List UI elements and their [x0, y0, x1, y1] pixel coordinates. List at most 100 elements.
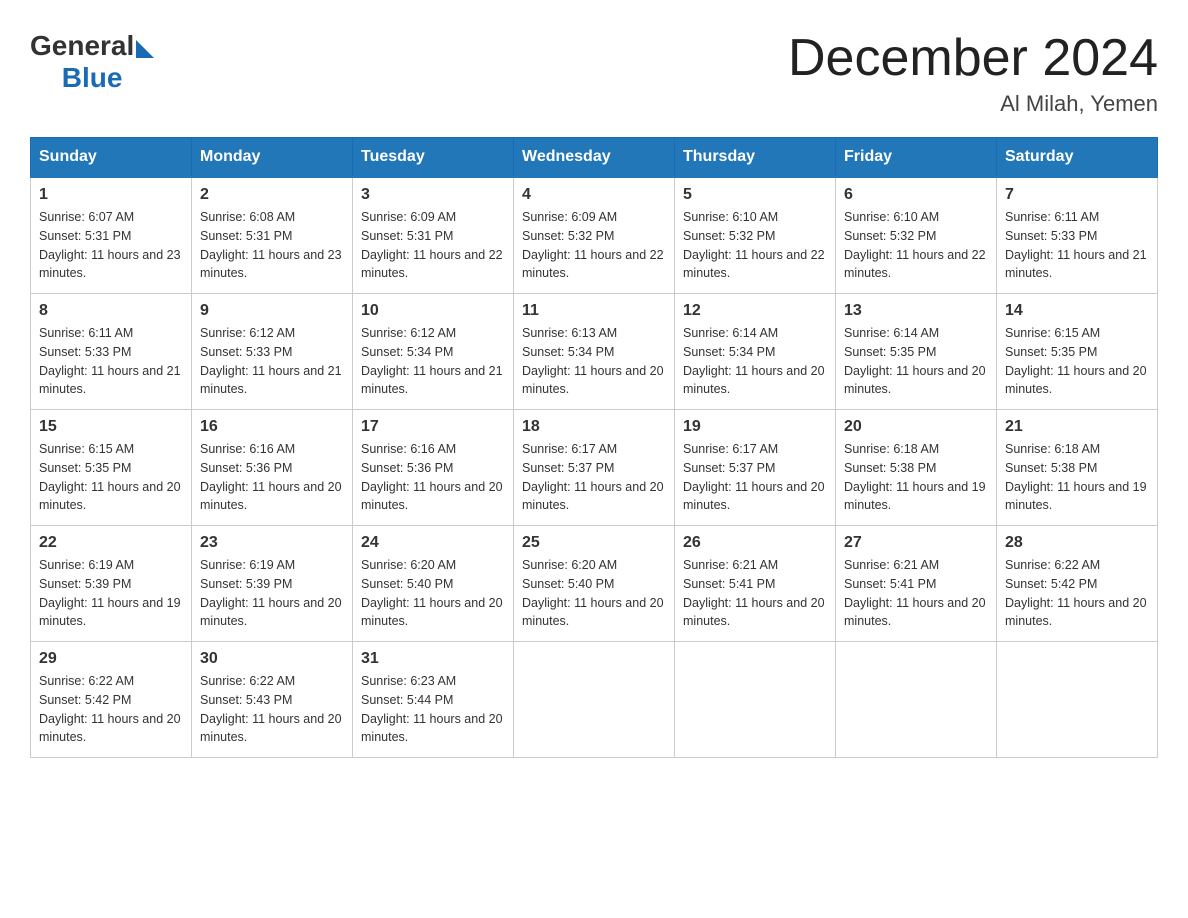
day-number: 25: [522, 534, 666, 552]
calendar-cell: 6 Sunrise: 6:10 AMSunset: 5:32 PMDaylight…: [836, 177, 997, 294]
calendar-subtitle: Al Milah, Yemen: [788, 91, 1158, 117]
day-number: 26: [683, 534, 827, 552]
calendar-cell: 5 Sunrise: 6:10 AMSunset: 5:32 PMDaylight…: [675, 177, 836, 294]
day-number: 13: [844, 302, 988, 320]
calendar-cell: 31Sunrise: 6:23 AMSunset: 5:44 PMDayligh…: [353, 642, 514, 758]
calendar-cell: 16Sunrise: 6:16 AMSunset: 5:36 PMDayligh…: [192, 410, 353, 526]
calendar-cell: 12 Sunrise: 6:14 AMSunset: 5:34 PMDayligh…: [675, 294, 836, 410]
day-info: Sunrise: 6:15 AMSunset: 5:35 PMDaylight:…: [39, 440, 183, 515]
day-info: Sunrise: 6:12 AMSunset: 5:33 PMDaylight:…: [200, 324, 344, 399]
calendar-cell: [997, 642, 1158, 758]
day-info: Sunrise: 6:14 AMSunset: 5:34 PMDaylight:…: [683, 324, 827, 399]
day-number: 27: [844, 534, 988, 552]
column-header-monday: Monday: [192, 138, 353, 178]
day-info: Sunrise: 6:10 AMSunset: 5:32 PMDaylight:…: [844, 208, 988, 283]
day-number: 11: [522, 302, 666, 320]
day-info: Sunrise: 6:09 AMSunset: 5:32 PMDaylight:…: [522, 208, 666, 283]
day-info: Sunrise: 6:20 AMSunset: 5:40 PMDaylight:…: [522, 556, 666, 631]
day-number: 8: [39, 302, 183, 320]
day-number: 24: [361, 534, 505, 552]
day-info: Sunrise: 6:17 AMSunset: 5:37 PMDaylight:…: [522, 440, 666, 515]
day-number: 30: [200, 650, 344, 668]
day-info: Sunrise: 6:21 AMSunset: 5:41 PMDaylight:…: [683, 556, 827, 631]
calendar-cell: [675, 642, 836, 758]
calendar-cell: 13 Sunrise: 6:14 AMSunset: 5:35 PMDayligh…: [836, 294, 997, 410]
calendar-cell: 21 Sunrise: 6:18 AMSunset: 5:38 PMDayligh…: [997, 410, 1158, 526]
calendar-cell: 14Sunrise: 6:15 AMSunset: 5:35 PMDayligh…: [997, 294, 1158, 410]
calendar-cell: 30Sunrise: 6:22 AMSunset: 5:43 PMDayligh…: [192, 642, 353, 758]
day-info: Sunrise: 6:07 AMSunset: 5:31 PMDaylight:…: [39, 208, 183, 283]
day-info: Sunrise: 6:14 AMSunset: 5:35 PMDaylight:…: [844, 324, 988, 399]
day-number: 19: [683, 418, 827, 436]
calendar-cell: 23Sunrise: 6:19 AMSunset: 5:39 PMDayligh…: [192, 526, 353, 642]
day-number: 29: [39, 650, 183, 668]
week-row-5: 29Sunrise: 6:22 AMSunset: 5:42 PMDayligh…: [31, 642, 1158, 758]
header-row: SundayMondayTuesdayWednesdayThursdayFrid…: [31, 138, 1158, 178]
day-number: 12: [683, 302, 827, 320]
day-number: 5: [683, 186, 827, 204]
logo: General Blue: [30, 30, 154, 94]
day-info: Sunrise: 6:18 AMSunset: 5:38 PMDaylight:…: [1005, 440, 1149, 515]
calendar-cell: 8 Sunrise: 6:11 AMSunset: 5:33 PMDaylight…: [31, 294, 192, 410]
day-info: Sunrise: 6:11 AMSunset: 5:33 PMDaylight:…: [39, 324, 183, 399]
calendar-cell: 25 Sunrise: 6:20 AMSunset: 5:40 PMDayligh…: [514, 526, 675, 642]
day-number: 14: [1005, 302, 1149, 320]
day-info: Sunrise: 6:16 AMSunset: 5:36 PMDaylight:…: [200, 440, 344, 515]
day-info: Sunrise: 6:11 AMSunset: 5:33 PMDaylight:…: [1005, 208, 1149, 283]
logo-text-general: General: [30, 30, 134, 62]
day-info: Sunrise: 6:16 AMSunset: 5:36 PMDaylight:…: [361, 440, 505, 515]
calendar-cell: 7Sunrise: 6:11 AMSunset: 5:33 PMDaylight…: [997, 177, 1158, 294]
day-info: Sunrise: 6:12 AMSunset: 5:34 PMDaylight:…: [361, 324, 505, 399]
day-number: 4: [522, 186, 666, 204]
calendar-title: December 2024: [788, 30, 1158, 87]
day-number: 18: [522, 418, 666, 436]
day-number: 10: [361, 302, 505, 320]
week-row-4: 22 Sunrise: 6:19 AMSunset: 5:39 PMDayligh…: [31, 526, 1158, 642]
title-area: December 2024 Al Milah, Yemen: [788, 30, 1158, 117]
day-info: Sunrise: 6:10 AMSunset: 5:32 PMDaylight:…: [683, 208, 827, 283]
calendar-header: SundayMondayTuesdayWednesdayThursdayFrid…: [31, 138, 1158, 178]
calendar-table: SundayMondayTuesdayWednesdayThursdayFrid…: [30, 137, 1158, 758]
calendar-cell: 22 Sunrise: 6:19 AMSunset: 5:39 PMDayligh…: [31, 526, 192, 642]
column-header-friday: Friday: [836, 138, 997, 178]
calendar-cell: 17 Sunrise: 6:16 AMSunset: 5:36 PMDayligh…: [353, 410, 514, 526]
calendar-cell: [836, 642, 997, 758]
calendar-cell: 18 Sunrise: 6:17 AMSunset: 5:37 PMDayligh…: [514, 410, 675, 526]
calendar-cell: 20 Sunrise: 6:18 AMSunset: 5:38 PMDayligh…: [836, 410, 997, 526]
day-info: Sunrise: 6:08 AMSunset: 5:31 PMDaylight:…: [200, 208, 344, 283]
calendar-cell: 9 Sunrise: 6:12 AMSunset: 5:33 PMDaylight…: [192, 294, 353, 410]
column-header-saturday: Saturday: [997, 138, 1158, 178]
day-number: 6: [844, 186, 988, 204]
day-number: 22: [39, 534, 183, 552]
calendar-cell: 1Sunrise: 6:07 AMSunset: 5:31 PMDaylight…: [31, 177, 192, 294]
column-header-thursday: Thursday: [675, 138, 836, 178]
calendar-cell: 19Sunrise: 6:17 AMSunset: 5:37 PMDayligh…: [675, 410, 836, 526]
calendar-cell: 4 Sunrise: 6:09 AMSunset: 5:32 PMDaylight…: [514, 177, 675, 294]
column-header-wednesday: Wednesday: [514, 138, 675, 178]
calendar-cell: 27Sunrise: 6:21 AMSunset: 5:41 PMDayligh…: [836, 526, 997, 642]
calendar-cell: 26 Sunrise: 6:21 AMSunset: 5:41 PMDayligh…: [675, 526, 836, 642]
day-number: 23: [200, 534, 344, 552]
logo-triangle-icon: [136, 40, 154, 58]
day-number: 28: [1005, 534, 1149, 552]
calendar-cell: 2 Sunrise: 6:08 AMSunset: 5:31 PMDaylight…: [192, 177, 353, 294]
logo-icon: General Blue: [30, 30, 154, 94]
calendar-body: 1Sunrise: 6:07 AMSunset: 5:31 PMDaylight…: [31, 177, 1158, 758]
week-row-1: 1Sunrise: 6:07 AMSunset: 5:31 PMDaylight…: [31, 177, 1158, 294]
calendar-cell: 11 Sunrise: 6:13 AMSunset: 5:34 PMDayligh…: [514, 294, 675, 410]
page-header: General Blue December 2024 Al Milah, Yem…: [30, 30, 1158, 117]
day-number: 21: [1005, 418, 1149, 436]
day-number: 9: [200, 302, 344, 320]
day-number: 20: [844, 418, 988, 436]
calendar-cell: 28Sunrise: 6:22 AMSunset: 5:42 PMDayligh…: [997, 526, 1158, 642]
day-info: Sunrise: 6:18 AMSunset: 5:38 PMDaylight:…: [844, 440, 988, 515]
day-number: 2: [200, 186, 344, 204]
day-info: Sunrise: 6:19 AMSunset: 5:39 PMDaylight:…: [39, 556, 183, 631]
calendar-cell: 24Sunrise: 6:20 AMSunset: 5:40 PMDayligh…: [353, 526, 514, 642]
calendar-cell: [514, 642, 675, 758]
day-info: Sunrise: 6:13 AMSunset: 5:34 PMDaylight:…: [522, 324, 666, 399]
calendar-cell: 29Sunrise: 6:22 AMSunset: 5:42 PMDayligh…: [31, 642, 192, 758]
day-number: 17: [361, 418, 505, 436]
day-number: 31: [361, 650, 505, 668]
column-header-tuesday: Tuesday: [353, 138, 514, 178]
